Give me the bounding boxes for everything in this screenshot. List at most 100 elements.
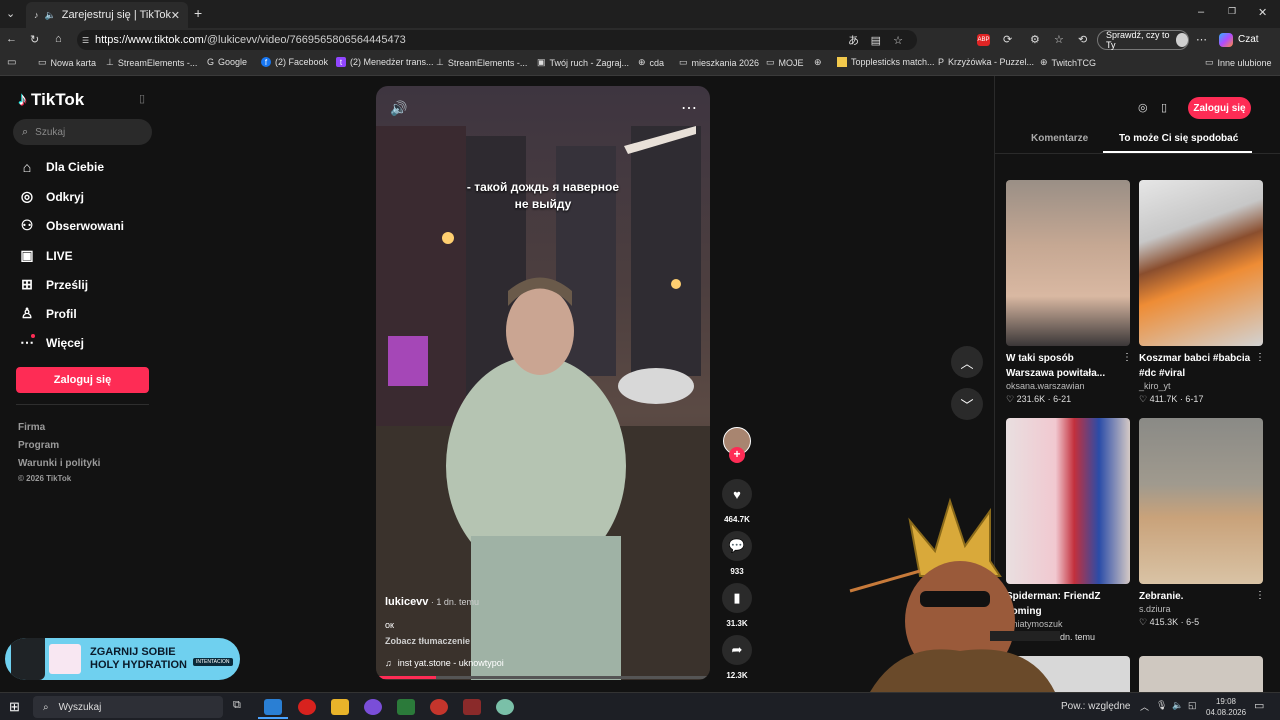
sidebar-item-upload[interactable]: ⊞ Prześlij xyxy=(18,276,88,293)
app-icon[interactable] xyxy=(496,699,514,715)
bookmark-item[interactable]: ▭ Nowa karta xyxy=(38,57,96,68)
video-more-icon[interactable]: ⋯ xyxy=(681,98,697,118)
obs-icon[interactable] xyxy=(397,699,415,715)
bookmark-item[interactable]: f (2) Facebook xyxy=(261,57,328,67)
compass-icon[interactable]: ◎ xyxy=(1138,101,1148,114)
clock[interactable]: 19:08 04.08.2026 xyxy=(1206,696,1246,718)
bookmark-item[interactable]: ▭ MOJE xyxy=(766,57,804,68)
taskbar-search[interactable]: ⌕ Wyszukaj xyxy=(33,696,223,718)
bookmark-item[interactable]: ⊥ StreamElements -... xyxy=(106,57,197,68)
footer-link-terms[interactable]: Warunki i polityki xyxy=(18,458,100,469)
opera-icon[interactable] xyxy=(298,699,316,715)
tab-comments[interactable]: Komentarze xyxy=(1031,133,1088,144)
bookmark-item[interactable]: ▭ mieszkania 2026 xyxy=(679,57,759,68)
card-user[interactable]: oksana.warszawian xyxy=(1006,381,1130,391)
card-more-icon[interactable]: ⋮ xyxy=(1255,352,1265,363)
bookmark-item[interactable]: G Google xyxy=(207,57,247,67)
sidebar-item-for-you[interactable]: ⌂ Dla Ciebie xyxy=(18,159,104,175)
card-user[interactable]: _kiro_yt xyxy=(1139,381,1263,391)
music-row[interactable]: ♫ inst yat.stone - uknowtypoi xyxy=(385,658,504,668)
card-more-icon[interactable]: ⋮ xyxy=(1255,590,1265,601)
next-video-button[interactable]: ﹀ xyxy=(951,388,983,420)
app-icon[interactable] xyxy=(463,699,481,715)
login-button[interactable]: Zaloguj się xyxy=(16,367,149,393)
app-icon[interactable] xyxy=(430,699,448,715)
search-input[interactable]: ⌕ Szukaj xyxy=(13,119,152,145)
video-author[interactable]: lukicevv xyxy=(385,596,428,608)
discord-icon[interactable] xyxy=(364,699,382,715)
like-action[interactable]: ♥ 464.7K xyxy=(722,479,752,524)
site-info-icon[interactable]: ☰ xyxy=(82,36,89,45)
volume-icon[interactable]: 🔈 xyxy=(1172,700,1183,711)
favorite-star-icon[interactable]: ☆ xyxy=(893,34,903,47)
notifications-icon[interactable]: ▭ xyxy=(1254,699,1264,712)
speaker-icon[interactable]: 🔈 xyxy=(45,10,56,21)
share-action[interactable]: ➦ 12.3K xyxy=(722,635,752,680)
bookmark-item[interactable]: ⊕ xyxy=(814,57,822,68)
close-tab-icon[interactable]: ✕ xyxy=(171,9,180,22)
bookmark-icon[interactable]: ▮ xyxy=(722,583,752,613)
profile-button[interactable]: Sprawdź, czy to Ty xyxy=(1097,30,1189,50)
network-icon[interactable]: ◱ xyxy=(1188,700,1197,711)
bookmark-item[interactable]: ⊕ cda xyxy=(638,57,664,68)
new-tab-icon[interactable]: + xyxy=(194,5,202,21)
copilot-icon[interactable] xyxy=(1219,33,1233,47)
bookmark-item[interactable]: ▣ Twój ruch - Zagraj... xyxy=(537,57,629,68)
other-bookmarks[interactable]: ▭ Inne ulubione xyxy=(1205,57,1272,68)
tab-list-icon[interactable]: ⌄ xyxy=(6,7,15,20)
recommended-card[interactable]: Zebranie. s.dziura ♡ 415.3K · 6-5 ⋮ xyxy=(1139,418,1265,628)
share-icon[interactable]: ➦ xyxy=(722,635,752,665)
translate-link[interactable]: Zobacz tłumaczenie xyxy=(385,636,470,646)
footer-link-company[interactable]: Firma xyxy=(18,422,45,433)
windows-start-icon[interactable]: ⊞ xyxy=(9,699,20,715)
bookmark-item[interactable]: P Krzyżówka - Puzzel... xyxy=(938,57,1034,67)
copilot-label[interactable]: Czat xyxy=(1238,34,1259,45)
previous-video-button[interactable]: ︿ xyxy=(951,346,983,378)
window-close-icon[interactable]: ✕ xyxy=(1258,6,1267,19)
browser-tab[interactable]: ♪ 🔈 Zarejestruj się | TikTok ✕ xyxy=(26,2,188,28)
sidebar-item-profile[interactable]: ♙ Profil xyxy=(18,305,77,322)
recommended-card[interactable]: Koszmar babci #babcia #dc #viral _kiro_yt… xyxy=(1139,180,1265,405)
phone-icon[interactable]: ▯ xyxy=(1161,101,1167,114)
bookmark-item[interactable]: Topplesticks match... xyxy=(837,57,935,67)
card-more-icon[interactable]: ⋮ xyxy=(1122,352,1132,363)
creator-avatar[interactable]: + xyxy=(722,427,752,463)
progress-track[interactable] xyxy=(376,676,710,679)
task-view-icon[interactable]: ⧉ xyxy=(233,699,241,712)
recommended-card[interactable]: W taki sposób Warszawa powitała... oksana… xyxy=(1006,180,1132,405)
ad-banner[interactable]: ZGARNIJ SOBIE HOLY HYDRATION INTENTACION xyxy=(5,638,240,680)
volume-icon[interactable]: 🔊 xyxy=(390,100,407,117)
puzzle-icon[interactable]: ⚙ xyxy=(1030,33,1040,46)
adblock-icon[interactable]: ABP xyxy=(977,34,990,46)
address-field[interactable]: ☰ https://www.tiktok.com/@lukicevv/video… xyxy=(77,30,917,50)
edge-icon[interactable] xyxy=(264,699,282,715)
minimize-icon[interactable]: – xyxy=(1198,6,1204,18)
more-menu-icon[interactable]: ⋯ xyxy=(1196,33,1207,46)
video-thumbnail[interactable] xyxy=(1139,656,1263,692)
reader-icon[interactable]: ▤ xyxy=(871,34,881,47)
save-action[interactable]: ▮ 31.3K xyxy=(722,583,752,628)
collections-icon[interactable]: ▭ xyxy=(7,57,16,68)
header-login-button[interactable]: Zaloguj się xyxy=(1188,97,1251,119)
favorites-icon[interactable]: ☆ xyxy=(1054,33,1064,46)
footer-link-program[interactable]: Program xyxy=(18,440,59,451)
sidebar-item-explore[interactable]: ◎ Odkryj xyxy=(18,188,84,205)
tray-chevron-icon[interactable]: ︿ xyxy=(1140,700,1149,713)
tiktok-logo[interactable]: ♪ TikTok xyxy=(18,89,84,110)
tab-recommended[interactable]: To może Ci się spodobać xyxy=(1119,133,1238,144)
sidebar-item-live[interactable]: ▣ LIVE xyxy=(18,247,72,264)
video-player[interactable]: - такой дождь я наверное не выйду 🔊 ⋯ lu… xyxy=(376,86,710,680)
restore-icon[interactable]: ❐ xyxy=(1228,6,1236,17)
refresh-icon[interactable]: ↻ xyxy=(30,33,39,46)
file-explorer-icon[interactable] xyxy=(331,699,349,715)
bookmark-item[interactable]: t (2) Menedżer trans... xyxy=(336,57,434,67)
extension-icon[interactable]: ⟳ xyxy=(1003,33,1012,46)
translate-icon[interactable]: あ xyxy=(848,32,859,48)
heart-icon[interactable]: ♥ xyxy=(722,479,752,509)
sidebar-item-more[interactable]: ⋯ Więcej xyxy=(18,334,84,351)
bookmark-item[interactable]: ⊥ StreamElements -... xyxy=(436,57,527,68)
collapse-sidebar-icon[interactable]: ▯ xyxy=(139,92,145,105)
comment-icon[interactable]: 💬 xyxy=(722,531,752,561)
sidebar-item-following[interactable]: ⚇ Obserwowani xyxy=(18,217,124,234)
weather-status[interactable]: Pow.: względne xyxy=(1061,701,1131,712)
